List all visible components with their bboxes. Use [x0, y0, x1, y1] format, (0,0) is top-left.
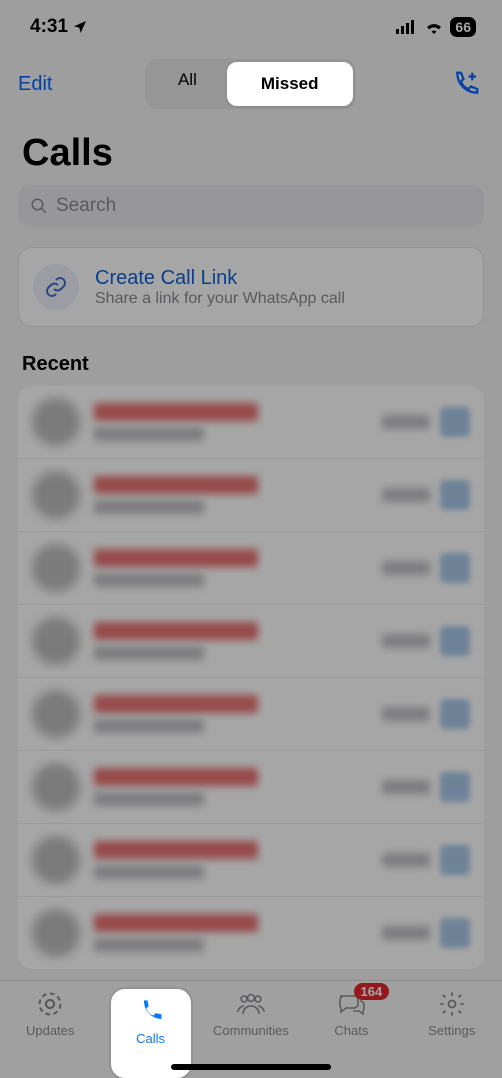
call-time [382, 707, 430, 721]
page-title: Calls [0, 114, 502, 185]
create-call-link-card[interactable]: Create Call Link Share a link for your W… [18, 247, 484, 327]
recent-section-header: Recent [0, 327, 502, 382]
search-input[interactable]: Search [18, 185, 484, 227]
home-indicator[interactable] [171, 1064, 331, 1070]
call-detail [94, 573, 204, 587]
avatar [32, 544, 80, 592]
call-time [382, 780, 430, 794]
updates-icon [36, 989, 64, 1019]
call-time [382, 561, 430, 575]
caller-name [94, 549, 258, 567]
avatar [32, 909, 80, 957]
info-button[interactable] [440, 407, 470, 437]
phone-plus-icon [451, 69, 481, 99]
caller-name [94, 403, 258, 421]
avatar [32, 617, 80, 665]
caller-name [94, 914, 258, 932]
info-button[interactable] [440, 480, 470, 510]
wifi-icon [424, 20, 444, 34]
search-placeholder: Search [56, 195, 116, 217]
new-call-button[interactable] [448, 66, 484, 102]
search-icon [30, 197, 48, 215]
call-time [382, 926, 430, 940]
recent-calls-list [18, 386, 484, 969]
call-row[interactable] [18, 823, 484, 896]
call-time [382, 634, 430, 648]
info-button[interactable] [440, 772, 470, 802]
call-time [382, 415, 430, 429]
segment-all[interactable]: All [148, 62, 227, 106]
call-detail [94, 500, 204, 514]
status-time: 4:31 [30, 16, 68, 38]
calls-filter-segmented: All Missed [145, 59, 356, 109]
call-row[interactable] [18, 458, 484, 531]
tab-updates[interactable]: Updates [10, 989, 90, 1078]
battery-level: 66 [450, 17, 476, 37]
call-row[interactable] [18, 531, 484, 604]
location-icon [72, 19, 88, 35]
create-call-link-title: Create Call Link [95, 267, 345, 290]
call-row[interactable] [18, 896, 484, 969]
call-detail [94, 719, 204, 733]
call-time [382, 488, 430, 502]
status-bar: 4:31 66 [0, 0, 502, 54]
call-row[interactable] [18, 604, 484, 677]
info-button[interactable] [440, 699, 470, 729]
calls-icon [137, 997, 165, 1027]
settings-icon [438, 989, 466, 1019]
call-time [382, 853, 430, 867]
call-detail [94, 646, 204, 660]
communities-icon [236, 989, 266, 1019]
caller-name [94, 695, 258, 713]
edit-button[interactable]: Edit [18, 73, 52, 96]
info-button[interactable] [440, 626, 470, 656]
chats-badge: 164 [354, 983, 390, 1000]
caller-name [94, 768, 258, 786]
caller-name [94, 622, 258, 640]
tab-settings[interactable]: Settings [412, 989, 492, 1078]
caller-name [94, 841, 258, 859]
cellular-icon [396, 20, 418, 34]
segment-missed[interactable]: Missed [227, 62, 353, 106]
call-row[interactable] [18, 677, 484, 750]
call-row[interactable] [18, 386, 484, 458]
avatar [32, 690, 80, 738]
avatar [32, 836, 80, 884]
call-row[interactable] [18, 750, 484, 823]
call-detail [94, 938, 204, 952]
call-detail [94, 427, 204, 441]
info-button[interactable] [440, 918, 470, 948]
call-detail [94, 865, 204, 879]
link-icon [33, 264, 79, 310]
create-call-link-subtitle: Share a link for your WhatsApp call [95, 290, 345, 308]
avatar [32, 398, 80, 446]
info-button[interactable] [440, 845, 470, 875]
avatar [32, 763, 80, 811]
caller-name [94, 476, 258, 494]
call-detail [94, 792, 204, 806]
avatar [32, 471, 80, 519]
info-button[interactable] [440, 553, 470, 583]
